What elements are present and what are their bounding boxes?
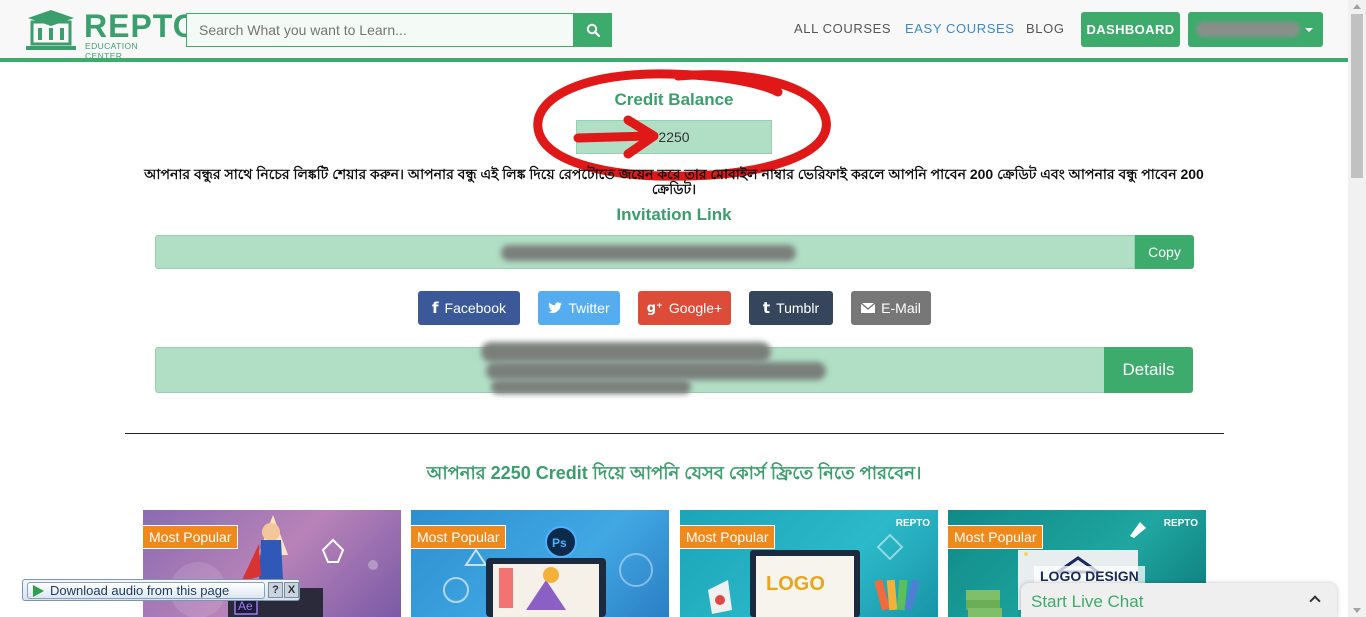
live-chat-label: Start Live Chat [1031, 592, 1144, 611]
twitter-icon [548, 302, 563, 314]
svg-text:LOGO: LOGO [766, 573, 825, 595]
most-popular-badge: Most Popular [680, 525, 776, 549]
page-scrollbar[interactable] [1348, 0, 1366, 617]
share-twitter-button[interactable]: Twitter [538, 291, 620, 325]
share-tumblr-button[interactable]: t Tumblr [749, 291, 833, 325]
repto-logo[interactable]: REPTO EDUCATION CENTER [24, 8, 198, 61]
most-popular-badge: Most Popular [948, 525, 1044, 549]
most-popular-badge: Most Popular [411, 525, 507, 549]
redacted-username [1196, 22, 1300, 37]
scroll-thumb[interactable] [1351, 14, 1363, 178]
share-email-button[interactable]: E-Mail [851, 291, 931, 325]
graduation-building-icon [26, 10, 76, 50]
share-google-plus-button[interactable]: g⁺ Google+ [638, 291, 731, 325]
card-brand-label: REPTO [895, 518, 930, 529]
caret-down-icon [1305, 28, 1313, 32]
free-courses-heading: আপনার 2250 Credit দিয়ে আপনি যেসব কোর্স … [426, 463, 922, 483]
share-tumblr-label: Tumblr [776, 300, 820, 316]
nav-all-courses[interactable]: ALL COURSES [794, 21, 891, 36]
facebook-icon: f [431, 299, 439, 317]
help-button[interactable]: ? [268, 582, 283, 598]
most-popular-badge: Most Popular [143, 525, 239, 549]
nav-blog[interactable]: BLOG [1026, 21, 1065, 36]
dashboard-button[interactable]: DASHBOARD [1081, 12, 1180, 47]
search-bar [186, 13, 612, 47]
scroll-down-arrow-icon[interactable] [1353, 608, 1361, 613]
search-icon [586, 23, 600, 37]
close-button[interactable]: X [284, 582, 299, 598]
redacted-details-line-3 [491, 380, 691, 394]
google-plus-icon: g⁺ [646, 300, 663, 316]
nav-easy-courses[interactable]: EASY COURSES [905, 21, 1015, 36]
share-google-plus-label: Google+ [668, 300, 723, 316]
redacted-link [501, 245, 796, 261]
logo-text: REPTO [84, 8, 199, 44]
search-button[interactable] [573, 13, 612, 47]
scroll-up-arrow-icon[interactable] [1353, 4, 1361, 9]
course-card[interactable]: LOGO Most Popular REPTO [680, 510, 938, 617]
redacted-details-line-1 [481, 342, 771, 362]
svg-text:Ps: Ps [552, 536, 567, 550]
page: REPTO EDUCATION CENTER ALL COURSES EASY … [0, 0, 1366, 617]
invitation-link-field[interactable] [155, 235, 1135, 269]
search-input[interactable] [187, 14, 573, 46]
tumblr-icon: t [762, 299, 771, 317]
share-facebook-label: Facebook [444, 300, 506, 316]
chevron-up-icon[interactable] [1309, 595, 1321, 607]
download-audio-button[interactable]: Download audio from this page [27, 582, 265, 599]
invitation-link-title: Invitation Link [616, 205, 732, 224]
share-twitter-label: Twitter [568, 300, 610, 316]
envelope-icon [861, 303, 876, 313]
live-chat-widget[interactable]: Start Live Chat [1021, 583, 1337, 617]
svg-text:Ae: Ae [238, 599, 253, 613]
redacted-details-line-2 [486, 362, 826, 380]
card-brand-label: REPTO [1163, 518, 1198, 529]
copy-link-button[interactable]: Copy [1135, 235, 1194, 269]
details-field[interactable] [155, 342, 1105, 394]
play-icon [33, 585, 44, 597]
logo-subtext: EDUCATION CENTER [85, 41, 139, 61]
referral-instructions: আপনার বন্ধুর সাথে নিচের লিঙ্কটি শেয়ার ক… [144, 166, 1204, 197]
download-audio-toolbar: Download audio from this page ? X [22, 579, 300, 601]
section-divider [125, 433, 1224, 434]
top-navbar: REPTO EDUCATION CENTER ALL COURSES EASY … [0, 0, 1348, 62]
course-card[interactable]: Ps Most Popular [411, 510, 669, 617]
download-audio-label: Download audio from this page [50, 583, 230, 598]
user-menu-button[interactable] [1188, 12, 1323, 47]
share-facebook-button[interactable]: f Facebook [418, 291, 520, 325]
share-email-label: E-Mail [881, 300, 921, 316]
details-button[interactable]: Details [1104, 347, 1193, 393]
